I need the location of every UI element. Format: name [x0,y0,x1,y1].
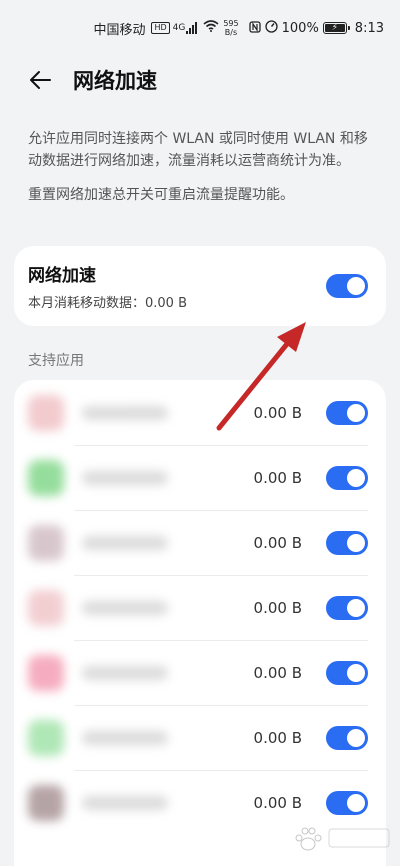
battery-percent: 100% [281,20,319,36]
app-icon [28,654,64,691]
network-acceleration-card: 网络加速 本月消耗移动数据：0.00 B [14,246,386,326]
speed-value: 595 [223,19,239,28]
app-data-usage: 0.00 B [253,468,302,487]
app-acceleration-toggle[interactable] [326,400,368,425]
app-name-blurred [82,730,168,745]
toggle-knob [347,277,365,295]
gauge-icon [264,20,278,36]
app-icon [28,719,64,756]
app-row: 0.00 B [14,380,386,445]
toggle-knob [347,598,365,617]
app-name-blurred [82,535,168,550]
app-data-usage: 0.00 B [253,793,302,812]
app-data-usage: 0.00 B [253,728,302,747]
app-acceleration-toggle[interactable] [326,530,368,555]
carrier-name: 中国移动 [93,22,146,38]
wifi-icon [203,20,219,36]
toggle-knob [347,468,365,487]
back-button[interactable] [20,60,60,100]
app-acceleration-toggle[interactable] [326,790,368,815]
app-acceleration-toggle[interactable] [326,725,368,750]
speed-unit: B/s [224,28,238,37]
network-speed: 595 B/s [223,19,238,37]
clock: 8:13 [354,20,384,36]
app-acceleration-toggle[interactable] [326,465,368,490]
description-text: 允许应用同时连接两个 WLAN 或同时使用 WLAN 和移动数据进行网络加速，流… [28,131,368,169]
app-row: 0.00 B [14,445,386,510]
app-name-blurred [82,795,168,810]
toggle-knob [347,533,365,552]
app-data-usage: 0.00 B [253,403,302,422]
app-row: 0.00 B [14,575,386,640]
app-name-blurred [82,405,168,420]
monthly-data-usage: 本月消耗移动数据：0.00 B [28,296,187,311]
supported-apps-header: 支持应用 [28,353,84,369]
title-bar: 网络加速 [0,56,400,104]
battery-icon: ⚡ [322,22,350,34]
page-title: 网络加速 [73,69,157,93]
supported-app-list: 0.00 B 0.00 B 0.00 B 0.00 B 0.00 B 0.00 B 0.00… [14,380,386,866]
app-icon [28,589,64,626]
app-row: 0.00 B [14,770,386,835]
app-acceleration-toggle[interactable] [326,660,368,685]
app-name-blurred [82,665,168,680]
app-acceleration-toggle[interactable] [326,595,368,620]
network-acceleration-label: 网络加速 [28,266,96,286]
toggle-knob [347,663,365,682]
app-icon [28,524,64,561]
app-data-usage: 0.00 B [253,533,302,552]
description: 允许应用同时连接两个 WLAN 或同时使用 WLAN 和移动数据进行网络加速，流… [28,128,378,206]
app-row: 0.00 B [14,510,386,575]
hd-badge: HD [151,22,170,34]
app-row: 0.00 B [14,705,386,770]
network-acceleration-toggle[interactable] [326,274,368,298]
app-row: 0.00 B [14,640,386,705]
app-icon [28,394,64,431]
arrow-left-icon [30,71,51,89]
app-name-blurred [82,470,168,485]
network-type: 4G [172,23,186,33]
app-data-usage: 0.00 B [253,663,302,682]
signal-icon [186,22,198,34]
reset-hint-text: 重置网络加速总开关可重启流量提醒功能。 [28,187,294,203]
toggle-knob [347,793,365,812]
toggle-knob [347,728,365,747]
app-icon [28,459,64,496]
toggle-knob [347,403,365,422]
app-name-blurred [82,600,168,615]
app-data-usage: 0.00 B [253,598,302,617]
nfc-icon [248,20,261,36]
app-icon [28,784,64,821]
status-bar: 中国移动 HD 4G 595 B/s 100% ⚡ 8:13 [0,0,400,56]
